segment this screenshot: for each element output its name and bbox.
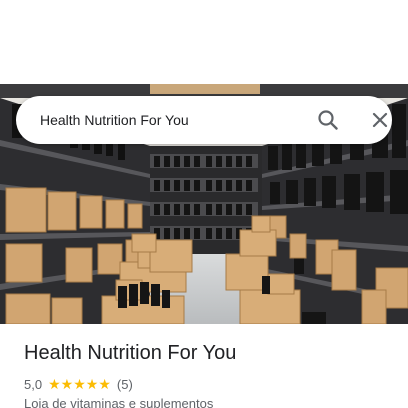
star-icon: ★ — [73, 376, 86, 392]
close-icon — [372, 112, 388, 128]
star-rating: ★ ★ ★ ★ ★ — [48, 377, 111, 391]
rating-row[interactable]: 5,0 ★ ★ ★ ★ ★ (5) — [24, 375, 133, 393]
search-bar[interactable]: Health Nutrition For You — [16, 96, 392, 144]
review-count[interactable]: (5) — [117, 377, 133, 392]
star-icon: ★ — [48, 376, 61, 392]
close-button[interactable] — [366, 106, 394, 134]
search-input[interactable]: Health Nutrition For You — [40, 96, 189, 144]
star-icon: ★ — [98, 376, 111, 392]
search-icon — [318, 110, 338, 130]
place-title[interactable]: Health Nutrition For You — [24, 342, 236, 365]
star-icon: ★ — [60, 376, 74, 392]
star-icon: ★ — [85, 376, 99, 392]
place-category: Loja de vitaminas e suplementos — [24, 396, 214, 408]
search-button[interactable] — [314, 106, 342, 134]
rating-value: 5,0 — [24, 376, 43, 392]
